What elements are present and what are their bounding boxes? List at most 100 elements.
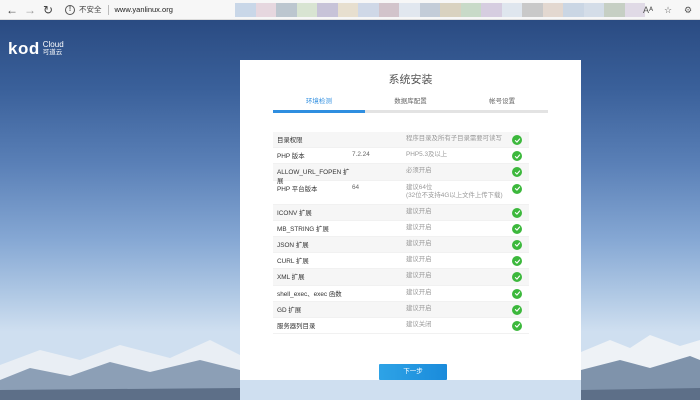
check-note-line: 建议开启 bbox=[406, 256, 432, 264]
blurred-tile bbox=[481, 3, 502, 17]
blurred-tile bbox=[440, 3, 461, 17]
url-text: www.yanlinux.org bbox=[114, 5, 173, 14]
env-check-row: CURL 扩展 建议开启 bbox=[273, 253, 529, 270]
blurred-tile bbox=[583, 3, 604, 17]
check-note: 建议关闭 bbox=[406, 321, 529, 329]
check-name: shell_exec、exec 函数 bbox=[277, 290, 342, 298]
check-name: 目录权限 bbox=[277, 137, 303, 144]
check-note: 建议64位 (32位不支持4G以上文件上传下载) bbox=[406, 184, 529, 200]
check-name: MB_STRING 扩展 bbox=[277, 225, 329, 233]
check-value: 64 bbox=[352, 183, 360, 191]
read-aloud-icon[interactable]: Aᴬ bbox=[642, 5, 654, 15]
env-check-row: shell_exec、exec 函数 建议开启 bbox=[273, 286, 529, 302]
check-note-line: 建议开启 bbox=[406, 239, 432, 247]
check-note: 建议开启 bbox=[406, 272, 529, 280]
check-note-line: 建议开启 bbox=[406, 207, 432, 215]
env-check-row: PHP 版本 7.2.24 PHP5.3及以上 bbox=[273, 148, 529, 165]
logo-text-en: Cloud bbox=[42, 40, 64, 49]
install-step-tab[interactable]: 数据库配置 bbox=[364, 95, 457, 113]
env-check-row: GD 扩展 建议开启 bbox=[273, 301, 529, 318]
logo-text-cn: 可道云 bbox=[42, 49, 63, 56]
next-step-button[interactable]: 下一步 bbox=[379, 364, 447, 380]
blurred-tile bbox=[604, 3, 625, 17]
favorite-icon[interactable]: ☆ bbox=[662, 5, 674, 16]
blurred-tile bbox=[317, 3, 338, 17]
check-note: PHP5.3及以上 bbox=[406, 151, 529, 159]
blurred-tile bbox=[337, 3, 358, 17]
blurred-tile bbox=[276, 3, 297, 17]
browser-toolbar: ← → ↻ ! 不安全 www.yanlinux.org Aᴬ ☆ ⚙ bbox=[0, 0, 700, 20]
install-panel: 系统安装 环境检测 数据库配置 帐号设置 目录权限 程序目录及所有子目录需要可读写 PH… bbox=[240, 60, 581, 380]
check-value: 7.2.24 bbox=[352, 151, 370, 159]
check-note: 建议开启 bbox=[406, 240, 529, 248]
check-pass-icon bbox=[512, 256, 522, 267]
insecure-label: 不安全 bbox=[79, 5, 102, 14]
warning-icon: ! bbox=[65, 4, 75, 15]
check-note-line: 建议开启 bbox=[406, 304, 432, 312]
check-pass-icon bbox=[512, 167, 522, 178]
logo-mark: kod bbox=[8, 39, 40, 58]
refresh-button[interactable]: ↻ bbox=[39, 1, 57, 19]
blurred-tile bbox=[358, 3, 379, 17]
check-note-line: 建议关闭 bbox=[406, 320, 432, 328]
check-pass-icon bbox=[512, 223, 522, 234]
check-pass-icon bbox=[512, 320, 522, 331]
check-note-line: 建议64位 bbox=[406, 183, 433, 191]
blurred-tile bbox=[419, 3, 440, 17]
env-check-row: ICONV 扩展 建议开启 bbox=[273, 204, 529, 221]
blurred-tile bbox=[235, 3, 256, 17]
check-pass-icon bbox=[512, 183, 522, 194]
install-step-bar bbox=[273, 110, 365, 113]
back-button[interactable]: ← bbox=[3, 1, 21, 19]
blurred-bookmarks bbox=[235, 3, 645, 17]
install-step-tab[interactable]: 环境检测 bbox=[273, 95, 365, 113]
blurred-tile bbox=[563, 3, 584, 17]
check-pass-icon bbox=[512, 151, 522, 162]
check-note: 建议开启 bbox=[406, 289, 529, 297]
env-check-row: JSON 扩展 建议开启 bbox=[273, 236, 529, 254]
address-bar[interactable]: ! 不安全 www.yanlinux.org bbox=[65, 2, 173, 18]
check-pass-icon bbox=[512, 272, 522, 283]
extensions-icon[interactable]: ⚙ bbox=[682, 5, 694, 16]
check-name: JSON 扩展 bbox=[277, 241, 309, 249]
forward-button[interactable]: → bbox=[21, 1, 39, 19]
check-note: 建议开启 bbox=[406, 224, 529, 232]
check-name: XML 扩展 bbox=[277, 274, 305, 282]
check-name: CURL 扩展 bbox=[277, 258, 309, 266]
blurred-tile bbox=[255, 3, 276, 17]
install-steps: 环境检测 数据库配置 帐号设置 bbox=[273, 95, 549, 113]
blurred-tile bbox=[542, 3, 563, 17]
install-step-label: 帐号设置 bbox=[489, 98, 516, 105]
check-name: GD 扩展 bbox=[277, 306, 302, 314]
install-step-label: 数据库配置 bbox=[394, 98, 427, 105]
install-step-label: 环境检测 bbox=[305, 98, 332, 105]
blurred-tile bbox=[378, 3, 399, 17]
check-pass-icon bbox=[512, 304, 522, 315]
env-check-row: 服务器列目录 建议关闭 bbox=[273, 318, 529, 335]
check-note: 建议开启 bbox=[406, 305, 529, 313]
env-check-list: 目录权限 程序目录及所有子目录需要可读写 PHP 版本 7.2.24 PHP5.3及以上… bbox=[273, 132, 529, 335]
check-note-line: 建议开启 bbox=[406, 272, 432, 280]
env-check-row: PHP 平台版本 64 建议64位 (32位不支持4G以上文件上传下载) bbox=[273, 181, 529, 205]
check-note: 建议开启 bbox=[406, 256, 529, 264]
env-check-row: 目录权限 程序目录及所有子目录需要可读写 bbox=[273, 132, 529, 149]
install-step-tab[interactable]: 帐号设置 bbox=[456, 95, 549, 113]
check-pass-icon bbox=[512, 288, 522, 299]
check-note-line: 必须开启 bbox=[406, 167, 432, 175]
check-name: ICONV 扩展 bbox=[277, 209, 312, 217]
check-note-line: 程序目录及所有子目录需要可读写 bbox=[406, 135, 502, 142]
check-note: 建议开启 bbox=[406, 208, 529, 216]
check-note-line: 建议开启 bbox=[406, 223, 432, 231]
check-name: PHP 平台版本 bbox=[277, 185, 318, 193]
install-title: 系统安装 bbox=[388, 74, 433, 86]
blurred-tile bbox=[460, 3, 481, 17]
blurred-tile bbox=[296, 3, 317, 17]
check-note-line: 建议开启 bbox=[406, 288, 432, 296]
install-step-bar bbox=[364, 110, 457, 113]
install-step-bar bbox=[456, 110, 549, 113]
check-name: PHP 版本 bbox=[277, 153, 305, 161]
check-name: 服务器列目录 bbox=[277, 322, 316, 330]
check-pass-icon bbox=[512, 207, 522, 218]
divider bbox=[107, 4, 109, 15]
blurred-tile bbox=[522, 3, 543, 17]
